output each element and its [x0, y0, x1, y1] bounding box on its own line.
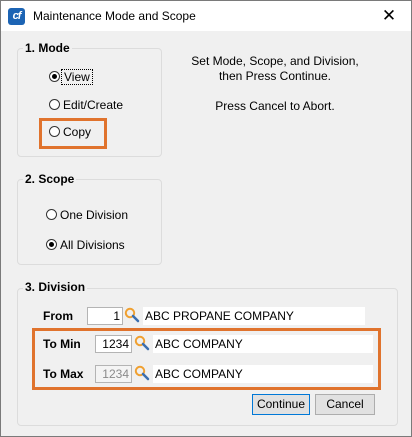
mode-edit-create-label: Edit/Create [63, 98, 124, 112]
copy-highlight [39, 118, 107, 149]
from-label: From [43, 309, 73, 323]
to-min-label: To Min [43, 337, 81, 351]
radio-button-checked[interactable] [49, 71, 60, 82]
to-min-division-input[interactable]: 1234 [95, 335, 132, 353]
radio-button[interactable] [46, 209, 57, 220]
magnifier-icon[interactable] [134, 365, 150, 381]
magnifier-icon[interactable] [124, 307, 140, 323]
scope-all-divisions-label: All Divisions [60, 238, 125, 252]
from-division-input[interactable]: 1 [87, 307, 123, 325]
scope-one-division-label: One Division [60, 208, 129, 222]
instruction-line-1: Set Mode, Scope, and Division, [191, 54, 359, 68]
mode-view-label: View [61, 69, 93, 85]
app-icon: cf [8, 8, 25, 25]
instruction-line-2: then Press Continue. [218, 69, 332, 83]
from-division-name: ABC PROPANE COMPANY [143, 307, 365, 325]
title-bar: cf Maintenance Mode and Scope ✕ [1, 1, 411, 31]
window-title: Maintenance Mode and Scope [33, 9, 196, 23]
scope-group [17, 179, 162, 265]
radio-button[interactable] [49, 99, 60, 110]
close-icon[interactable]: ✕ [379, 5, 399, 27]
to-max-division-input[interactable]: 1234 [95, 365, 132, 383]
scope-group-title: 2. Scope [23, 172, 77, 186]
division-group-title: 3. Division [23, 280, 88, 294]
continue-button[interactable]: Continue [252, 394, 310, 415]
radio-button-checked[interactable] [46, 239, 57, 250]
to-max-division-name: ABC COMPANY [153, 365, 373, 383]
to-min-division-name: ABC COMPANY [153, 335, 373, 353]
mode-group-title: 1. Mode [23, 41, 72, 55]
cancel-button[interactable]: Cancel [315, 394, 375, 415]
to-max-label: To Max [43, 367, 84, 381]
magnifier-icon[interactable] [134, 335, 150, 351]
instruction-line-3: Press Cancel to Abort. [215, 99, 335, 113]
dialog-window: cf Maintenance Mode and Scope ✕ 1. Mode … [0, 0, 412, 437]
